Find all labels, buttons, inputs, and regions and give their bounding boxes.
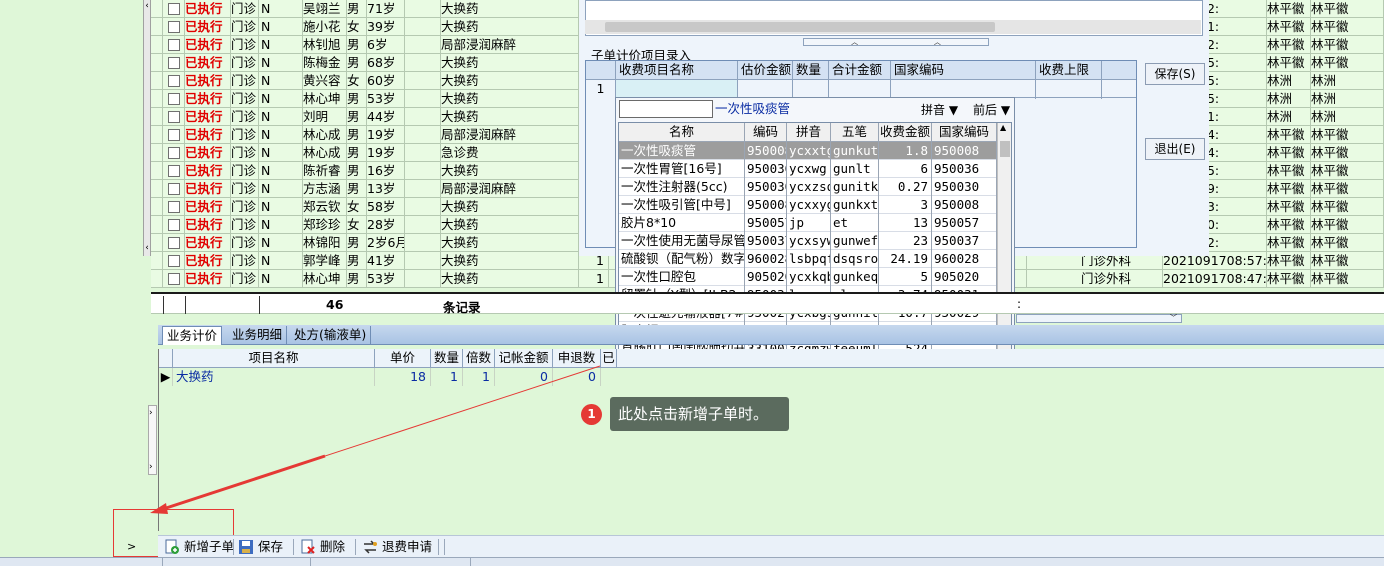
add-child-order-label: 新增子单 — [184, 539, 235, 554]
delete-button[interactable]: 删除 — [300, 538, 345, 556]
status-divider — [162, 558, 163, 566]
status-divider — [310, 558, 311, 566]
delete-document-icon — [301, 539, 315, 554]
refund-request-label: 退费申请 — [382, 539, 433, 554]
toolbar-separator — [438, 539, 439, 555]
annotation-arrow — [150, 365, 601, 514]
toolbar-separator — [444, 539, 445, 555]
toolbar-separator — [355, 539, 356, 555]
save-toolbar-button[interactable]: 保存 — [238, 538, 283, 556]
delete-label: 删除 — [320, 539, 346, 554]
save-toolbar-label: 保存 — [258, 539, 284, 554]
exchange-arrows-icon — [364, 540, 377, 554]
floppy-disk-icon — [239, 540, 253, 554]
toolbar-separator — [233, 539, 234, 555]
status-bar — [0, 557, 1384, 566]
chevron-right-icon[interactable]: > — [127, 540, 136, 553]
add-document-icon — [165, 539, 179, 554]
toolbar-separator — [293, 539, 294, 555]
status-divider — [470, 558, 471, 566]
refund-request-button[interactable]: 退费申请 — [362, 538, 432, 556]
add-child-order-button[interactable]: 新增子单 — [164, 538, 234, 556]
bottom-toolbar: 新增子单 保存 删除 退费申请 — [158, 535, 1384, 557]
